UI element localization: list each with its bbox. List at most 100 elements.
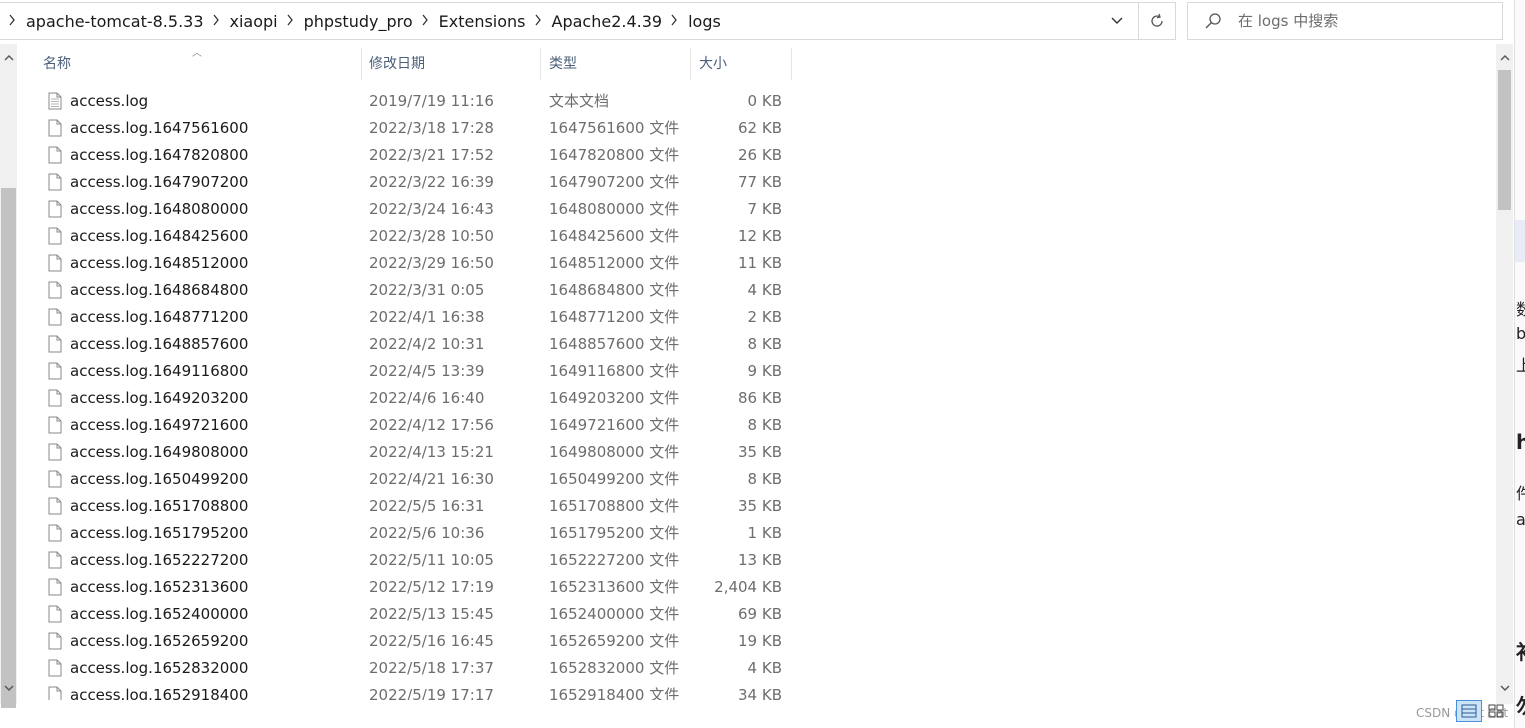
file-row[interactable]: access.log.1647561600 2022/3/18 17:28 1647… <box>0 115 800 142</box>
file-row[interactable]: access.log.1652313600 2022/5/12 17:19 1652… <box>0 574 800 601</box>
file-row[interactable]: access.log.1649203200 2022/4/6 16:40 16492… <box>0 385 800 412</box>
file-size: 35 KB <box>738 497 782 515</box>
file-name: access.log.1648857600 <box>70 335 249 353</box>
file-row[interactable]: access.log.1647820800 2022/3/21 17:52 1647… <box>0 142 800 169</box>
file-type: 1652659200 文件 <box>549 632 680 650</box>
file-row[interactable]: access.log.1649721600 2022/4/12 17:56 1649… <box>0 412 800 439</box>
column-header-name[interactable]: 名称 <box>43 48 71 80</box>
file-row[interactable]: access.log 2019/7/19 11:16 文本文档 0 KB <box>0 88 800 115</box>
chevron-right-icon[interactable] <box>530 14 546 29</box>
breadcrumb-item-logs[interactable]: logs <box>688 12 721 31</box>
file-size: 8 KB <box>747 470 782 488</box>
file-list: access.log 2019/7/19 11:16 文本文档 0 KB access.… <box>0 88 800 700</box>
file-list-scrollbar[interactable] <box>1496 44 1513 704</box>
file-type: 1648512000 文件 <box>549 254 680 272</box>
chevron-right-icon[interactable] <box>282 14 298 29</box>
file-size: 4 KB <box>747 659 782 677</box>
file-row[interactable]: access.log.1651708800 2022/5/5 16:31 16517… <box>0 493 800 520</box>
file-row[interactable]: access.log.1648425600 2022/3/28 10:50 1648… <box>0 223 800 250</box>
file-date: 2022/5/5 16:31 <box>369 497 485 515</box>
file-row[interactable]: access.log.1648771200 2022/4/1 16:38 16487… <box>0 304 800 331</box>
file-name: access.log.1649721600 <box>70 416 249 434</box>
scroll-up-button[interactable] <box>1496 44 1513 72</box>
file-type: 1650499200 文件 <box>549 470 680 488</box>
file-type: 1648857600 文件 <box>549 335 680 353</box>
breadcrumb-item-extensions[interactable]: Extensions <box>439 12 526 31</box>
file-size: 7 KB <box>747 200 782 218</box>
file-name: access.log.1649808000 <box>70 443 249 461</box>
background-text: 勿 <box>1516 690 1525 719</box>
details-view-button[interactable] <box>1456 700 1482 722</box>
column-header-size[interactable]: 大小 <box>699 48 727 80</box>
address-bar[interactable]: apache-tomcat-8.5.33 xiaopi phpstudy_pro… <box>0 2 1176 40</box>
file-row[interactable]: access.log.1648512000 2022/3/29 16:50 1648… <box>0 250 800 277</box>
column-divider[interactable] <box>540 48 541 80</box>
file-icon <box>48 119 62 137</box>
file-icon <box>48 308 62 326</box>
column-divider[interactable] <box>791 48 792 80</box>
chevron-down-icon <box>1500 685 1509 691</box>
file-name: access.log.1648425600 <box>70 227 249 245</box>
file-row[interactable]: access.log.1648684800 2022/3/31 0:05 16486… <box>0 277 800 304</box>
large-icons-view-button[interactable] <box>1486 702 1506 720</box>
file-row[interactable]: access.log.1648857600 2022/4/2 10:31 16488… <box>0 331 800 358</box>
file-row[interactable]: access.log.1652659200 2022/5/16 16:45 1652… <box>0 628 800 655</box>
file-date: 2022/4/2 10:31 <box>369 335 485 353</box>
file-date: 2022/3/29 16:50 <box>369 254 494 272</box>
file-size: 9 KB <box>747 362 782 380</box>
file-name: access.log.1651708800 <box>70 497 249 515</box>
file-size: 0 KB <box>747 92 782 110</box>
column-divider[interactable] <box>361 48 362 80</box>
search-input[interactable]: 在 logs 中搜索 <box>1238 3 1338 39</box>
nav-scroll-up-button[interactable] <box>0 44 17 72</box>
column-header-type[interactable]: 类型 <box>549 48 577 80</box>
address-history-dropdown[interactable] <box>1104 3 1130 39</box>
breadcrumb-item-xiaopi[interactable]: xiaopi <box>230 12 278 31</box>
chevron-right-icon[interactable] <box>417 14 433 29</box>
file-size: 86 KB <box>738 389 782 407</box>
file-row[interactable]: access.log.1649116800 2022/4/5 13:39 16491… <box>0 358 800 385</box>
file-type: 1649116800 文件 <box>549 362 680 380</box>
file-name: access.log.1652918400 <box>70 686 249 700</box>
file-name: access.log <box>70 92 149 110</box>
file-row[interactable]: access.log.1648080000 2022/3/24 16:43 1648… <box>0 196 800 223</box>
file-row[interactable]: access.log.1649808000 2022/4/13 15:21 1649… <box>0 439 800 466</box>
file-type: 1648425600 文件 <box>549 227 680 245</box>
refresh-button[interactable] <box>1138 3 1175 39</box>
file-row[interactable]: access.log.1652832000 2022/5/18 17:37 1652… <box>0 655 800 682</box>
file-row[interactable]: access.log.1652400000 2022/5/13 15:45 1652… <box>0 601 800 628</box>
file-list-scroll-thumb[interactable] <box>1498 70 1511 210</box>
file-date: 2022/3/31 0:05 <box>369 281 485 299</box>
file-icon <box>48 686 62 700</box>
chevron-right-icon[interactable] <box>4 14 20 29</box>
chevron-right-icon[interactable] <box>666 14 682 29</box>
chevron-right-icon[interactable] <box>208 14 224 29</box>
column-header-date[interactable]: 修改日期 <box>369 48 425 80</box>
breadcrumb-item-tomcat[interactable]: apache-tomcat-8.5.33 <box>26 12 204 31</box>
file-row[interactable]: access.log.1651795200 2022/5/6 10:36 16517… <box>0 520 800 547</box>
refresh-icon <box>1151 13 1163 27</box>
file-name: access.log.1652659200 <box>70 632 249 650</box>
file-icon <box>48 659 62 677</box>
file-icon <box>48 362 62 380</box>
file-date: 2022/4/21 16:30 <box>369 470 494 488</box>
file-date: 2019/7/19 11:16 <box>369 92 494 110</box>
file-size: 69 KB <box>738 605 782 623</box>
breadcrumb-item-phpstudy[interactable]: phpstudy_pro <box>304 12 413 31</box>
file-name: access.log.1651795200 <box>70 524 249 542</box>
column-divider[interactable] <box>690 48 691 80</box>
file-row[interactable]: access.log.1652918400 2022/5/19 17:17 1652… <box>0 682 800 700</box>
background-window-edge: 数 b 上 h 件 a 补 勿 <box>1514 0 1525 728</box>
file-row[interactable]: access.log.1652227200 2022/5/11 10:05 1652… <box>0 547 800 574</box>
file-name: access.log.1649203200 <box>70 389 249 407</box>
file-type: 1648080000 文件 <box>549 200 680 218</box>
file-size: 13 KB <box>738 551 782 569</box>
file-row[interactable]: access.log.1647907200 2022/3/22 16:39 1647… <box>0 169 800 196</box>
breadcrumb-item-apache[interactable]: Apache2.4.39 <box>552 12 663 31</box>
file-row[interactable]: access.log.1650499200 2022/4/21 16:30 1650… <box>0 466 800 493</box>
file-icon <box>48 551 62 569</box>
scroll-down-button[interactable] <box>1496 674 1513 702</box>
file-name: access.log.1647907200 <box>70 173 249 191</box>
file-type: 1651795200 文件 <box>549 524 680 542</box>
search-box[interactable]: 在 logs 中搜索 <box>1187 2 1503 40</box>
